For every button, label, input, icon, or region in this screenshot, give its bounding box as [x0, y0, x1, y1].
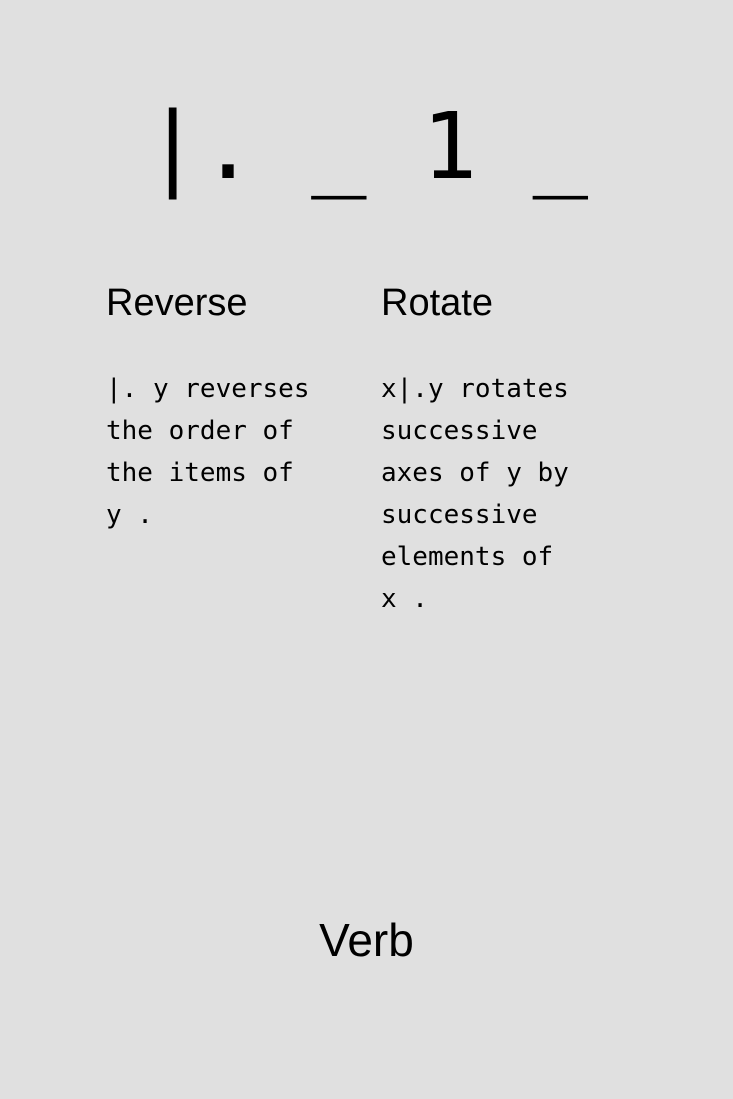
monadic-title: Reverse — [106, 282, 248, 324]
monadic-description: |. y reverses the order of the items of … — [106, 374, 310, 530]
category-label: Verb — [319, 914, 414, 966]
primitive-glyph: |. _ 1 _ — [144, 93, 589, 200]
monadic-definition: Reverse |. y reverses the order of the i… — [106, 280, 366, 536]
dyadic-description: x|.y rotates successive axes of y by suc… — [381, 374, 569, 614]
dyadic-title: Rotate — [381, 282, 493, 324]
dyadic-definition: Rotate x|.y rotates successive axes of y… — [381, 280, 641, 620]
